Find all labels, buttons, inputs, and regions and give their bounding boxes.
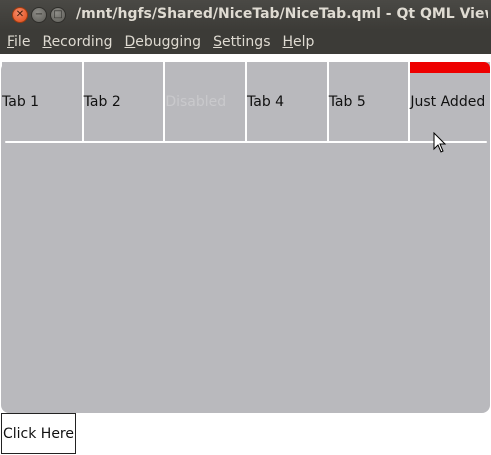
menu-file[interactable]: File [0, 34, 35, 50]
tab-label: Tab 2 [83, 94, 121, 110]
tab-label: Disabled [165, 94, 227, 110]
menu-debugging-mnemonic: D [124, 34, 136, 50]
menu-settings-label: ettings [221, 34, 271, 50]
menu-debugging[interactable]: Debugging [117, 34, 206, 50]
menu-recording[interactable]: Recording [35, 34, 117, 50]
menu-settings-mnemonic: S [213, 34, 222, 50]
tab-label: Tab 4 [247, 94, 285, 110]
tab-5[interactable]: Tab 5 [328, 62, 411, 142]
tab-2[interactable]: Tab 2 [83, 62, 166, 142]
active-tab-indicator [410, 62, 491, 73]
tab-disabled: Disabled [165, 62, 248, 142]
minimize-icon[interactable]: − [31, 7, 47, 23]
menu-file-mnemonic: F [7, 34, 15, 50]
tab-1[interactable]: Tab 1 [2, 62, 84, 142]
tab-label: Tab 5 [328, 94, 366, 110]
menu-file-label: ile [14, 34, 31, 50]
menu-recording-mnemonic: R [42, 34, 52, 50]
menu-recording-label: ecording [51, 34, 113, 50]
menu-settings[interactable]: Settings [206, 34, 275, 50]
tab-just-added[interactable]: Just Added [410, 62, 491, 142]
maximize-icon[interactable]: □ [50, 7, 66, 23]
tab-label: Just Added [410, 94, 486, 110]
menu-debugging-label: ebugging [135, 34, 202, 50]
menu-help-label: elp [293, 34, 315, 50]
tab-label: Tab 1 [2, 94, 40, 110]
title-bar[interactable]: ✕ − □ /mnt/hgfs/Shared/NiceTab/NiceTab.q… [0, 0, 491, 30]
window-title: /mnt/hgfs/Shared/NiceTab/NiceTab.qml - Q… [76, 6, 488, 22]
click-here-label: Click Here [2, 425, 74, 442]
tab-4[interactable]: Tab 4 [247, 62, 329, 142]
menu-bar: File Recording Debugging Settings Help [0, 30, 491, 54]
close-icon[interactable]: ✕ [12, 7, 28, 23]
click-here-button[interactable]: Click Here [1, 413, 76, 454]
menu-help-mnemonic: H [282, 34, 294, 50]
menu-help[interactable]: Help [276, 34, 320, 50]
tab-bar: Tab 1 Tab 2 Disabled Tab 4 Tab 5 Just Ad… [2, 62, 491, 142]
tab-bar-underline [5, 141, 487, 143]
app-window: ✕ − □ /mnt/hgfs/Shared/NiceTab/NiceTab.q… [0, 0, 491, 455]
mouse-pointer-icon [433, 132, 447, 153]
